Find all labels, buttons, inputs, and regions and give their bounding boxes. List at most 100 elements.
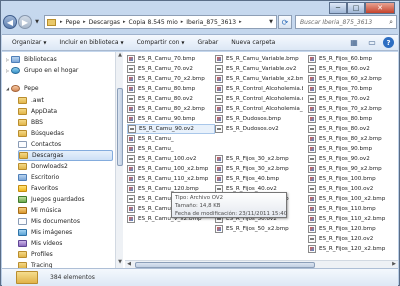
sidebar-item[interactable]: Favoritos: [18, 183, 58, 194]
file-item[interactable]: ES_R_Camu_90.bmp: [127, 114, 215, 124]
organize-button[interactable]: Organizar ▼: [12, 39, 46, 46]
sidebar-item[interactable]: Contactos: [18, 139, 61, 150]
file-item[interactable]: ES_R_Control_Alcoholemia.ov2: [215, 94, 303, 104]
sidebar-item[interactable]: Mis imágenes: [18, 227, 72, 238]
bmp-file-icon: [127, 85, 135, 93]
file-item[interactable]: ES_R_Fijos_90_x2.bmp: [308, 164, 396, 174]
file-item[interactable]: ES_R_Camu_: [127, 144, 215, 154]
file-item[interactable]: ES_R_Fijos_120_x2.bmp: [308, 244, 396, 254]
file-item[interactable]: ES_R_Fijos_60.bmp: [308, 54, 396, 64]
file-item[interactable]: ES_R_Control_Alcoholemia.bmp: [215, 84, 303, 94]
sidebar-item[interactable]: Mis documentos: [18, 216, 80, 227]
scroll-up-icon[interactable]: ▲: [116, 52, 124, 60]
recent-pages-dropdown[interactable]: ▼: [33, 19, 41, 25]
file-item[interactable]: ES_R_Fijos_120.ov2: [308, 234, 396, 244]
file-item[interactable]: ES_R_Camu_70_x2.bmp: [127, 74, 215, 84]
file-item[interactable]: ES_R_Fijos_100.ov2: [308, 184, 396, 194]
file-item[interactable]: ES_R_Camu_70.ov2: [127, 64, 215, 74]
include-in-library-button[interactable]: Incluir en biblioteca ▼: [59, 39, 123, 46]
breadcrumb-iberia[interactable]: Iberia_875_3613: [184, 19, 238, 26]
share-with-button[interactable]: Compartir con ▼: [137, 39, 185, 46]
file-item[interactable]: ES_R_Dudosos.ov2: [215, 124, 303, 134]
forward-arrow-icon[interactable]: ▶: [18, 15, 32, 29]
file-item[interactable]: ES_R_Fijos_30_x2.bmp: [215, 164, 303, 174]
file-item[interactable]: ES_R_Fijos_110_x2.bmp: [308, 214, 396, 224]
new-folder-button[interactable]: Nueva carpeta: [231, 39, 275, 46]
back-arrow-icon[interactable]: ◀: [3, 15, 17, 29]
file-item[interactable]: ES_R_Control_Alcoholemia_x2.bmp: [215, 104, 303, 114]
sidebar-item[interactable]: Mis vídeos: [18, 238, 62, 249]
file-item[interactable]: ES_R_Fijos_60_x2.bmp: [308, 74, 396, 84]
file-item[interactable]: ES_R_Fijos_70.bmp: [308, 84, 396, 94]
file-item[interactable]: ES_R_Fijos_110.bmp: [308, 204, 396, 214]
file-item[interactable]: ES_R_Camu_80.ov2: [127, 94, 215, 104]
sidebar-item[interactable]: Búsquedas: [18, 128, 64, 139]
expand-arrow-icon[interactable]: ▷: [4, 57, 11, 62]
sidebar-item[interactable]: AppData: [18, 106, 57, 117]
file-item[interactable]: ES_R_Camu_100_x2.bmp: [127, 164, 215, 174]
sidebar-item[interactable]: Tracing: [18, 260, 53, 268]
file-item[interactable]: ES_R_Dudosos.bmp: [215, 114, 303, 124]
file-item[interactable]: ES_R_Fijos_80.ov2: [308, 124, 396, 134]
toolbar-right: ▦ ▭ ?: [343, 37, 394, 48]
breadcrumb-pepe[interactable]: Pepe: [64, 19, 83, 26]
file-item[interactable]: ES_R_Fijos_120.bmp: [308, 224, 396, 234]
file-item[interactable]: ES_R_Camu_80.bmp: [127, 84, 215, 94]
file-item[interactable]: ES_R_Camu_90.ov2: [127, 124, 215, 134]
file-item[interactable]: ES_R_Camu_70.bmp: [127, 54, 215, 64]
refresh-icon[interactable]: ⟳: [278, 15, 292, 29]
folder-icon: [18, 163, 27, 170]
file-item[interactable]: ES_R_Camu_100.ov2: [127, 154, 215, 164]
burn-button[interactable]: Grabar: [198, 39, 219, 46]
breadcrumb-descargas[interactable]: Descargas: [87, 19, 122, 26]
address-bar[interactable]: ▸ Pepe ▸ Descargas ▸ Copia 8.545 mio ▸ I…: [44, 15, 277, 29]
file-item[interactable]: ES_R_Fijos_90.bmp: [308, 144, 396, 154]
expand-arrow-icon[interactable]: ◢: [4, 86, 11, 91]
sidebar-item[interactable]: Juegos guardados: [18, 194, 85, 205]
file-item[interactable]: ES_R_Fijos_30_x2.bmp: [215, 154, 303, 164]
bmp-file-icon: [127, 145, 135, 153]
file-item[interactable]: ES_R_Fijos_100_x2.bmp: [308, 194, 396, 204]
expand-arrow-icon[interactable]: ▷: [4, 68, 11, 73]
view-options-icon[interactable]: ▦: [347, 37, 361, 48]
sidebar-item[interactable]: ▷ Bibliotecas: [4, 54, 57, 65]
bmp-file-icon: [127, 55, 135, 63]
file-item[interactable]: ES_R_Fijos_90.ov2: [308, 154, 396, 164]
file-item[interactable]: ES_R_Camu_Variable.bmp: [215, 54, 303, 64]
sidebar-item[interactable]: ◢ Pepe: [4, 83, 39, 94]
file-item[interactable]: ES_R_Fijos_80.bmp: [308, 114, 396, 124]
sidebar-item[interactable]: .awt: [18, 95, 44, 106]
file-item[interactable]: ES_R_Camu_: [127, 134, 215, 144]
sidebar-item[interactable]: Escritorio: [18, 172, 59, 183]
sidebar-item[interactable]: Donwloads2: [18, 161, 68, 172]
scroll-down-icon[interactable]: ▼: [116, 259, 124, 267]
address-dropdown[interactable]: ▼: [266, 19, 276, 25]
file-item[interactable]: ES_R_Fijos_60.ov2: [308, 64, 396, 74]
file-item[interactable]: ES_R_Camu_Variable.ov2: [215, 64, 303, 74]
file-item[interactable]: ES_R_Fijos_50_x2.bmp: [215, 224, 303, 234]
horizontal-scrollbar[interactable]: ◀ ▶: [125, 260, 398, 268]
file-name: ES_R_Fijos_120.bmp: [319, 226, 376, 232]
file-item[interactable]: ES_R_Fijos_70.ov2: [308, 94, 396, 104]
file-item[interactable]: ES_R_Camu_80_x2.bmp: [127, 104, 215, 114]
file-name: ES_R_Fijos_90.ov2: [319, 156, 370, 162]
file-item[interactable]: ES_R_Camu_Variable_x2.bmp: [215, 74, 303, 84]
file-item[interactable]: ES_R_Fijos_70_x2.bmp: [308, 104, 396, 114]
file-item[interactable]: ES_R_Camu_110_x2.bmp: [127, 174, 215, 184]
sidebar-item[interactable]: Profiles: [18, 249, 53, 260]
bmp-file-icon: [215, 75, 223, 83]
preview-pane-icon[interactable]: ▭: [365, 37, 379, 48]
file-item[interactable]: ES_R_Fijos_40.bmp: [215, 174, 303, 184]
navigation-scrollbar[interactable]: ▲ ▼: [115, 52, 123, 268]
sidebar-item[interactable]: ▷ Grupo en el hogar: [4, 65, 78, 76]
search-input[interactable]: Buscar Iberia_875_3613 ⌕: [295, 15, 397, 29]
sidebar-item[interactable]: BBS: [18, 117, 43, 128]
help-icon[interactable]: ?: [383, 37, 394, 48]
sidebar-item[interactable]: Mi música: [18, 205, 61, 216]
scrollbar-thumb[interactable]: [117, 88, 123, 166]
file-item[interactable]: ES_R_Fijos_80_x2.bmp: [308, 134, 396, 144]
sidebar-item[interactable]: Descargas: [18, 150, 113, 161]
breadcrumb-copia[interactable]: Copia 8.545 mio: [127, 19, 180, 26]
file-item[interactable]: ES_R_Fijos_100.bmp: [308, 174, 396, 184]
sidebar-item-label: Mis imágenes: [31, 229, 73, 236]
